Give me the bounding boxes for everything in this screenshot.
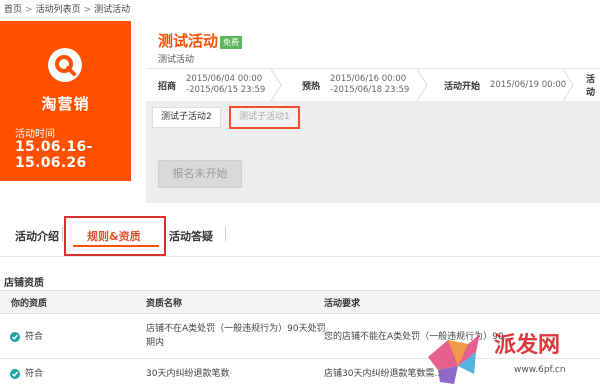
tab-activity-intro[interactable]: 活动介绍 xyxy=(15,228,59,244)
column-header-requirement: 活动要求 xyxy=(324,299,361,309)
timeline-step-label: 预热 xyxy=(302,81,321,92)
signup-button[interactable]: 报名未开始 xyxy=(158,160,242,188)
section-title: 店铺资质 xyxy=(4,278,44,289)
breadcrumb-current: 测试活动 xyxy=(94,5,131,15)
activity-timeline: 招商 2015/06/04 00:00 -2015/06/15 23:59 预热 … xyxy=(146,68,600,102)
check-circle-icon xyxy=(10,332,20,342)
chevron-right-icon xyxy=(562,69,574,101)
breadcrumb-separator: > xyxy=(83,5,92,15)
timeline-step-dates: 2015/06/04 00:00 -2015/06/15 23:59 xyxy=(186,74,266,95)
chevron-right-icon xyxy=(416,69,428,101)
tab-subactivity-2[interactable]: 测试子活动2 xyxy=(152,107,221,128)
timeline-step-start: 活动开始 2015/06/19 00:00 xyxy=(444,69,566,101)
activity-time-label: 活动时间 xyxy=(15,129,55,140)
tab-subactivity-1[interactable]: 测试子活动1 xyxy=(229,106,300,129)
timeline-step-label: 活动 xyxy=(586,75,596,98)
table-cell-name: 30天内纠纷退款笔数 xyxy=(146,369,230,379)
table-header xyxy=(0,290,600,314)
watermark-url: www.6pf.cn xyxy=(514,365,566,375)
timeline-step-label: 招商 xyxy=(158,81,177,92)
page-title: 测试活动 xyxy=(158,32,219,50)
page-subtitle: 测试活动 xyxy=(158,55,195,65)
column-header-your-qualification: 你的资质 xyxy=(11,299,48,309)
chevron-right-icon xyxy=(270,69,282,101)
site-watermark-logo: 派发网 www.6pf.cn xyxy=(428,332,566,384)
watermark-text: 派发网 xyxy=(494,332,560,358)
free-badge: 免费 xyxy=(220,36,242,49)
timeline-step-dates: 2015/06/16 00:00 -2015/06/18 23:59 xyxy=(330,74,410,95)
tab-divider xyxy=(62,227,63,241)
table-cell-status: 符合 xyxy=(25,369,44,379)
tab-divider xyxy=(225,227,226,241)
section-divider xyxy=(0,256,600,257)
check-circle-icon xyxy=(10,369,20,379)
breadcrumb: 首页 > 活动列表页 > 测试活动 xyxy=(4,2,130,15)
column-header-qualification-name: 资质名称 xyxy=(146,299,183,309)
timeline-step-dates: 2015/06/19 00:00 xyxy=(490,79,567,90)
tab-activity-faq[interactable]: 活动答疑 xyxy=(169,228,213,244)
breadcrumb-activity-list[interactable]: 活动列表页 xyxy=(36,5,81,15)
tab-highlight-box xyxy=(64,216,166,256)
table-cell-name: 店铺不在A类处罚（一般违规行为）90天处罚 期内 xyxy=(146,324,326,348)
breadcrumb-separator: > xyxy=(25,5,33,15)
timeline-step-label: 活动开始 xyxy=(444,81,481,92)
brand-name: 淘营销 xyxy=(41,95,90,113)
brand-logo-icon xyxy=(48,48,82,82)
timeline-step-preheat: 预热 2015/06/16 00:00 -2015/06/18 23:59 xyxy=(302,69,409,101)
activity-time-value: 15.06.16-15.06.26 xyxy=(15,139,93,171)
table-cell-status: 符合 xyxy=(25,332,44,342)
timeline-step-recruit: 招商 2015/06/04 00:00 -2015/06/15 23:59 xyxy=(158,69,265,101)
activity-card: 淘营销 活动时间 15.06.16-15.06.26 xyxy=(0,21,131,181)
breadcrumb-home[interactable]: 首页 xyxy=(4,5,22,15)
timeline-step-next: 活动 xyxy=(586,69,600,101)
